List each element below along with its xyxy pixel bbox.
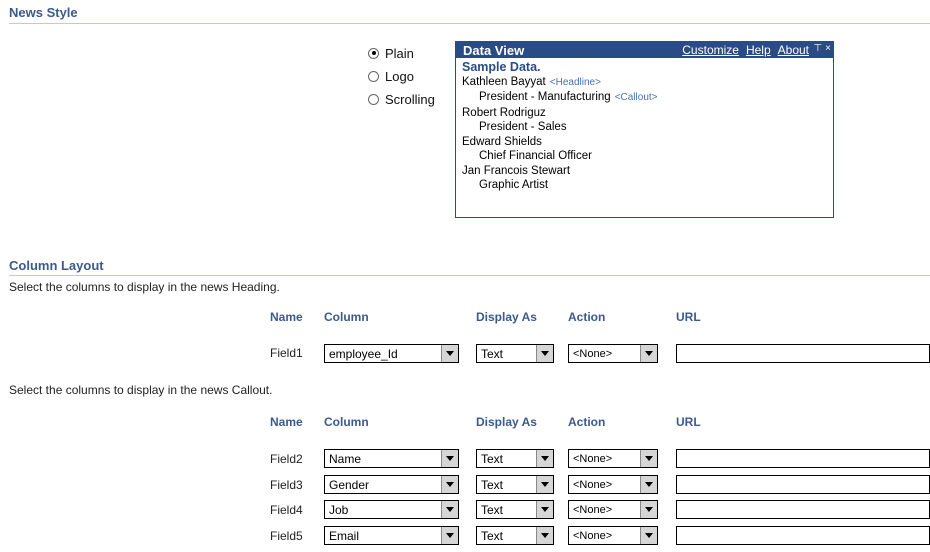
field4-label: Field4: [270, 503, 303, 517]
field1-column-select[interactable]: employee_Id: [324, 344, 459, 363]
data-view-titlebar: Data View Customize Help About ⊤ ×: [456, 42, 833, 58]
field2-display-select[interactable]: Text: [476, 449, 554, 468]
header-column: Column: [324, 310, 369, 324]
customize-link[interactable]: Customize: [682, 43, 739, 57]
field5-action-select[interactable]: <None>: [568, 526, 658, 545]
radio-scrolling[interactable]: Scrolling: [368, 90, 435, 108]
field1-display-select[interactable]: Text: [476, 344, 554, 363]
field4-url-input[interactable]: [676, 500, 930, 519]
field4-action-select[interactable]: <None>: [568, 500, 658, 519]
news-style-title: News Style: [9, 5, 78, 20]
header-url: URL: [676, 310, 701, 324]
dropdown-arrow-icon[interactable]: [441, 476, 458, 493]
field1-url-input[interactable]: [676, 344, 930, 363]
heading-description: Select the columns to display in the new…: [9, 280, 280, 294]
data-view-links: Customize Help About: [682, 43, 809, 57]
dropdown-arrow-icon[interactable]: [441, 527, 458, 544]
header-action: Action: [568, 415, 606, 429]
field3-action-select[interactable]: <None>: [568, 475, 658, 494]
field4-display-select[interactable]: Text: [476, 500, 554, 519]
header-action: Action: [568, 310, 606, 324]
data-line: Kathleen Bayyat <Headline>: [462, 75, 601, 88]
radio-logo[interactable]: Logo: [368, 67, 414, 85]
dropdown-arrow-icon[interactable]: [536, 527, 553, 544]
field3-url-input[interactable]: [676, 475, 930, 494]
data-view-body: Sample Data. Kathleen Bayyat <Headline> P…: [456, 58, 833, 195]
header-display-as: Display As: [476, 310, 537, 324]
field1-action-select[interactable]: <None>: [568, 344, 658, 363]
field2-url-input[interactable]: [676, 449, 930, 468]
column-layout-title: Column Layout: [9, 258, 104, 273]
about-link[interactable]: About: [778, 43, 809, 57]
dropdown-arrow-icon[interactable]: [441, 345, 458, 362]
header-display-as: Display As: [476, 415, 537, 429]
dropdown-arrow-icon[interactable]: [536, 476, 553, 493]
header-url: URL: [676, 415, 701, 429]
callout-tag: <Callout>: [614, 92, 658, 103]
radio-plain[interactable]: Plain: [368, 44, 414, 62]
data-view-panel: Data View Customize Help About ⊤ × Sampl…: [455, 41, 834, 218]
header-name: Name: [270, 415, 303, 429]
data-line: Jan Francois Stewart: [462, 164, 571, 177]
help-link[interactable]: Help: [746, 43, 771, 57]
field1-label: Field1: [270, 346, 303, 360]
data-view-title: Data View: [463, 42, 525, 58]
field5-label: Field5: [270, 529, 303, 543]
field5-url-input[interactable]: [676, 526, 930, 545]
data-view-controls: ⊤ ×: [813, 43, 831, 54]
field5-display-select[interactable]: Text: [476, 526, 554, 545]
field3-column-select[interactable]: Gender: [324, 475, 459, 494]
radio-button-scrolling[interactable]: [368, 93, 379, 105]
radio-button-plain[interactable]: [368, 47, 379, 59]
dropdown-arrow-icon[interactable]: [640, 345, 657, 362]
dropdown-arrow-icon[interactable]: [640, 501, 657, 518]
data-line: President - Manufacturing <Callout>: [479, 91, 658, 103]
field2-column-select[interactable]: Name: [324, 449, 459, 468]
field5-column-select[interactable]: Email: [324, 526, 459, 545]
pin-icon[interactable]: ⊤: [813, 43, 822, 54]
radio-button-logo[interactable]: [368, 70, 379, 82]
field2-label: Field2: [270, 452, 303, 466]
radio-label-plain: Plain: [385, 45, 414, 61]
dropdown-arrow-icon[interactable]: [640, 476, 657, 493]
data-line: Graphic Artist: [479, 179, 549, 191]
field3-label: Field3: [270, 478, 303, 492]
dropdown-arrow-icon[interactable]: [640, 527, 657, 544]
radio-label-scrolling: Scrolling: [385, 91, 435, 107]
dropdown-arrow-icon[interactable]: [441, 501, 458, 518]
header-name: Name: [270, 310, 303, 324]
data-line: Chief Financial Officer: [479, 150, 592, 162]
close-icon[interactable]: ×: [825, 43, 831, 54]
data-line: Edward Shields: [462, 135, 542, 148]
callout-description: Select the columns to display in the new…: [9, 383, 273, 397]
sample-data-label: Sample Data.: [462, 60, 541, 74]
data-line: President - Sales: [479, 121, 567, 133]
data-line: Robert Rodriguz: [462, 106, 546, 119]
dropdown-arrow-icon[interactable]: [640, 450, 657, 467]
section-divider: [9, 23, 930, 24]
section-divider: [9, 275, 930, 276]
header-column: Column: [324, 415, 369, 429]
field4-column-select[interactable]: Job: [324, 500, 459, 519]
field2-action-select[interactable]: <None>: [568, 449, 658, 468]
radio-label-logo: Logo: [385, 68, 414, 84]
dropdown-arrow-icon[interactable]: [536, 501, 553, 518]
field3-display-select[interactable]: Text: [476, 475, 554, 494]
dropdown-arrow-icon[interactable]: [536, 450, 553, 467]
dropdown-arrow-icon[interactable]: [536, 345, 553, 362]
dropdown-arrow-icon[interactable]: [441, 450, 458, 467]
headline-tag: <Headline>: [549, 76, 601, 88]
